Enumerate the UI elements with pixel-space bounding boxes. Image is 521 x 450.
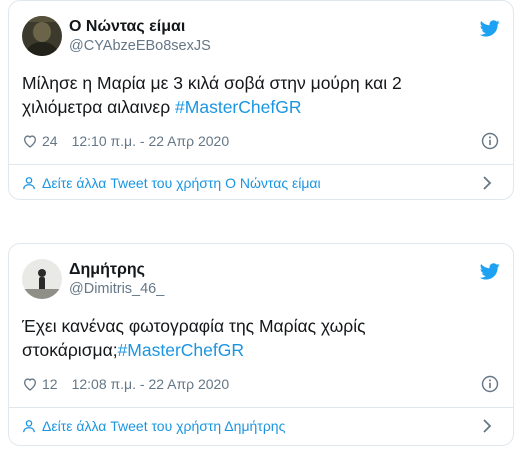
tweet-header: Δημήτρης @Dimitris_46_ [22, 259, 500, 303]
twitter-bird-icon[interactable] [480, 20, 500, 37]
tweet-meta: 12 12:08 π.μ. - 22 Απρ 2020 [22, 374, 229, 394]
divider [9, 407, 513, 408]
view-more-tweets-label[interactable]: Δείτε άλλα Tweet του χρήστη Δημήτρης [42, 418, 285, 434]
heart-icon[interactable] [22, 376, 38, 392]
timestamp[interactable]: 12:08 π.μ. - 22 Απρ 2020 [72, 376, 230, 392]
author-handle[interactable]: @CYAbzeEBo8sexJS [69, 38, 211, 54]
view-more-tweets-link[interactable]: Δείτε άλλα Tweet του χρήστη Δημήτρης [22, 416, 500, 436]
avatar[interactable] [22, 16, 62, 56]
view-more-tweets-link[interactable]: Δείτε άλλα Tweet του χρήστη Ο Νώντας είμ… [22, 173, 500, 193]
like-count[interactable]: 24 [42, 133, 58, 149]
info-icon[interactable] [481, 132, 499, 150]
author-handle[interactable]: @Dimitris_46_ [69, 281, 164, 297]
tweet-text: Μίλησε η Μαρία με 3 κιλά σοβά στην μούρη… [22, 71, 462, 119]
like-count[interactable]: 12 [42, 376, 58, 392]
tweet-header: Ο Νώντας είμαι @CYAbzeEBo8sexJS [22, 16, 500, 60]
hashtag-link[interactable]: #MasterChefGR [175, 97, 301, 117]
divider [9, 164, 513, 165]
timestamp[interactable]: 12:10 π.μ. - 22 Απρ 2020 [72, 133, 230, 149]
tweet-text: Έχει κανένας φωτογραφία της Μαρίας χωρίς… [22, 314, 462, 362]
person-icon [23, 420, 35, 433]
tweet-card: Δημήτρης @Dimitris_46_ Έχει κανένας φωτο… [8, 243, 514, 446]
heart-icon[interactable] [22, 133, 38, 149]
person-icon [23, 177, 35, 190]
tweet-meta: 24 12:10 π.μ. - 22 Απρ 2020 [22, 131, 229, 151]
tweet-card: Ο Νώντας είμαι @CYAbzeEBo8sexJS Μίλησε η… [8, 0, 514, 200]
chevron-right-icon[interactable] [482, 176, 492, 190]
author-name[interactable]: Ο Νώντας είμαι [69, 18, 185, 36]
hashtag-link[interactable]: #MasterChefGR [118, 340, 244, 360]
info-icon[interactable] [481, 375, 499, 393]
chevron-right-icon[interactable] [482, 419, 492, 433]
avatar[interactable] [22, 259, 62, 299]
author-name[interactable]: Δημήτρης [69, 261, 145, 279]
view-more-tweets-label[interactable]: Δείτε άλλα Tweet του χρήστη Ο Νώντας είμ… [42, 175, 321, 191]
twitter-bird-icon[interactable] [480, 263, 500, 280]
